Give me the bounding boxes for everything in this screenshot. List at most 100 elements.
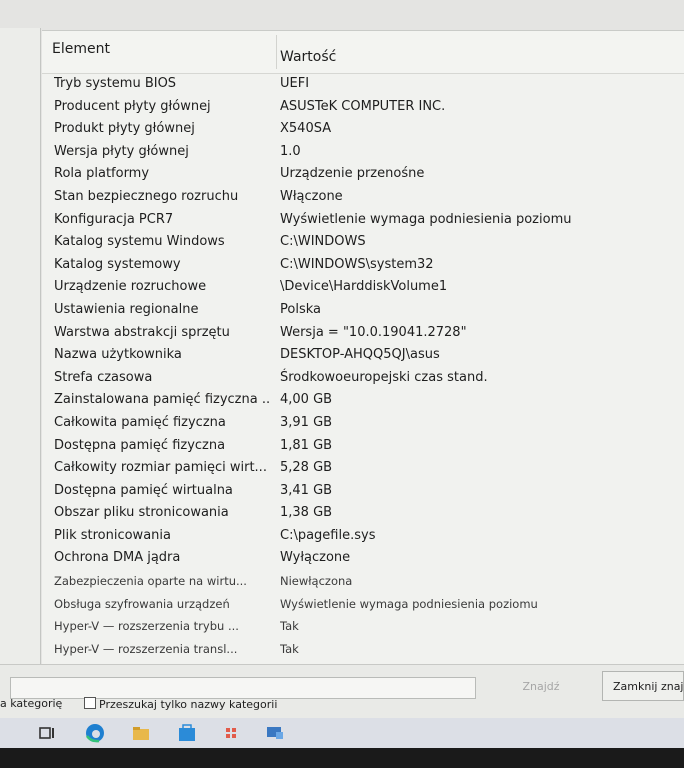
system-info-table: Element Wartość Tryb systemu BIOS UEFI Pro… [42,30,684,701]
table-row[interactable]: Obsługa szyfrowania urządzeń Wyświetlenie… [42,593,684,616]
find-button[interactable]: Znajdź [486,675,596,699]
row-element-cell: Producent płyty głównej [54,98,211,114]
row-value-cell: 1,38 GB [280,505,333,521]
table-row[interactable]: Producent płyty głównej ASUSTeK COMPUTER … [42,96,684,119]
row-element-cell: Zainstalowana pamięć fizyczna ... [54,392,270,408]
taskbar [0,718,684,748]
table-row[interactable]: Całkowity rozmiar pamięci wirt... 5,28 GB [42,457,684,480]
row-element-cell: Wersja płyty głównej [54,143,189,159]
row-value-cell: Polska [280,301,321,317]
row-value-cell: 4,00 GB [280,392,333,408]
row-element-cell: Nazwa użytkownika [54,347,182,363]
system-information-icon[interactable] [264,722,286,744]
column-header-value[interactable]: Wartość [280,49,336,65]
row-element-cell: Katalog systemowy [54,256,181,272]
table-row[interactable]: Hyper-V — rozszerzenia trybu ... Tak [42,615,684,638]
row-value-cell: C:\WINDOWS [280,234,366,250]
row-element-cell: Warstwa abstrakcji sprzętu [54,324,230,340]
search-names-checkbox[interactable] [84,697,96,709]
selected-category-label: a kategorię [0,697,63,710]
row-value-cell: Wersja = "10.0.19041.2728" [280,324,467,340]
table-body: Tryb systemu BIOS UEFI Producent płyty głó… [42,73,684,706]
row-element-cell: Hyper-V — rozszerzenia trybu ... [54,619,239,634]
table-row[interactable]: Warstwa abstrakcji sprzętu Wersja = "10.0… [42,322,684,345]
row-element-cell: Produkt płyty głównej [54,121,195,137]
row-value-cell: C:\pagefile.sys [280,527,376,543]
row-value-cell: Włączone [280,188,343,204]
row-element-cell: Katalog systemu Windows [54,234,225,250]
row-element-cell: Hyper-V — rozszerzenia transl... [54,641,238,656]
table-row[interactable]: Plik stronicowania C:\pagefile.sys [42,525,684,548]
row-element-cell: Obsługa szyfrowania urządzeń [54,596,230,611]
row-value-cell: 1,81 GB [280,437,333,453]
table-header: Element Wartość [42,31,684,74]
find-input[interactable] [10,677,476,699]
table-row[interactable]: Katalog systemu Windows C:\WINDOWS [42,231,684,254]
table-row[interactable]: Konfiguracja PCR7 Wyświetlenie wymaga pod… [42,209,684,232]
table-row[interactable]: Obszar pliku stronicowania 1,38 GB [42,502,684,525]
row-value-cell: UEFI [280,76,310,91]
search-names-label: Przeszukaj tylko nazwy kategorii [99,698,278,711]
table-row[interactable]: Tryb systemu BIOS UEFI [42,73,684,96]
file-explorer-icon[interactable] [130,722,152,744]
row-element-cell: Plik stronicowania [54,527,171,543]
row-value-cell: 3,91 GB [280,414,333,430]
table-row[interactable]: Wersja płyty głównej 1.0 [42,141,684,164]
row-value-cell: 1.0 [280,143,301,159]
row-value-cell: Wyłączone [280,550,351,566]
screen-bezel [0,748,684,768]
row-element-cell: Tryb systemu BIOS [54,76,177,91]
task-view-icon[interactable] [36,722,58,744]
row-value-cell: Niewłączona [280,574,353,589]
table-row[interactable]: Ustawienia regionalne Polska [42,299,684,322]
row-value-cell: \Device\HarddiskVolume1 [280,279,448,295]
row-value-cell: Środkowoeuropejski czas stand. [280,369,488,385]
table-row[interactable]: Produkt płyty głównej X540SA [42,118,684,141]
table-row[interactable]: Strefa czasowa Środkowoeuropejski czas st… [42,367,684,390]
row-element-cell: Konfiguracja PCR7 [54,211,174,227]
row-element-cell: Dostępna pamięć fizyczna [54,437,226,453]
table-row[interactable]: Całkowita pamięć fizyczna 3,91 GB [42,412,684,435]
table-row[interactable]: Katalog systemowy C:\WINDOWS\system32 [42,254,684,277]
row-element-cell: Rola platformy [54,166,150,182]
table-row[interactable]: Dostępna pamięć wirtualna 3,41 GB [42,480,684,503]
row-value-cell: Tak [280,619,299,634]
row-value-cell: X540SA [280,121,332,137]
row-element-cell: Ustawienia regionalne [54,301,199,317]
row-element-cell: Całkowita pamięć fizyczna [54,414,226,430]
table-row[interactable]: Urządzenie rozruchowe \Device\HarddiskVol… [42,276,684,299]
row-value-cell: Wyświetlenie wymaga podniesienia poziomu [280,596,538,611]
row-value-cell: 5,28 GB [280,460,333,476]
close-find-button[interactable]: Zamknij znajdowanie [602,671,684,701]
column-header-element[interactable]: Element [52,41,110,57]
table-row[interactable]: Dostępna pamięć fizyczna 1,81 GB [42,435,684,458]
row-element-cell: Stan bezpiecznego rozruchu [54,188,239,204]
row-value-cell: C:\WINDOWS\system32 [280,256,434,272]
edge-browser-icon[interactable] [84,722,106,744]
row-value-cell: 3,41 GB [280,482,333,498]
table-row[interactable]: Zabezpieczenia oparte na wirtu... Niewłąc… [42,570,684,593]
row-element-cell: Całkowity rozmiar pamięci wirt... [54,460,267,476]
find-bar: Znajdź Zamknij znajdowanie a kategorię P… [0,664,684,719]
category-tree-pane [0,28,41,664]
row-value-cell: Wyświetlenie wymaga podniesienia poziomu [280,211,572,227]
table-row[interactable]: Ochrona DMA jądra Wyłączone [42,547,684,570]
table-row[interactable]: Nazwa użytkownika DESKTOP-AHQQ5QJ\asus [42,344,684,367]
store-icon[interactable] [176,722,198,744]
table-row[interactable]: Rola platformy Urządzenie przenośne [42,163,684,186]
table-row[interactable]: Stan bezpiecznego rozruchu Włączone [42,186,684,209]
row-element-cell: Urządzenie rozruchowe [54,279,207,295]
row-element-cell: Dostępna pamięć wirtualna [54,482,233,498]
table-row[interactable]: Hyper-V — rozszerzenia transl... Tak [42,638,684,661]
search-names-option[interactable]: Przeszukaj tylko nazwy kategorii [84,697,277,711]
row-value-cell: Urządzenie przenośne [280,166,425,182]
row-element-cell: Ochrona DMA jądra [54,550,181,566]
office-icon[interactable] [220,722,242,744]
row-value-cell: Tak [280,641,299,656]
table-row[interactable]: Zainstalowana pamięć fizyczna ... 4,00 GB [42,389,684,412]
row-value-cell: DESKTOP-AHQQ5QJ\asus [280,347,440,363]
row-element-cell: Zabezpieczenia oparte na wirtu... [54,574,247,589]
row-element-cell: Strefa czasowa [54,369,153,385]
row-element-cell: Obszar pliku stronicowania [54,505,229,521]
column-separator[interactable] [276,35,277,69]
